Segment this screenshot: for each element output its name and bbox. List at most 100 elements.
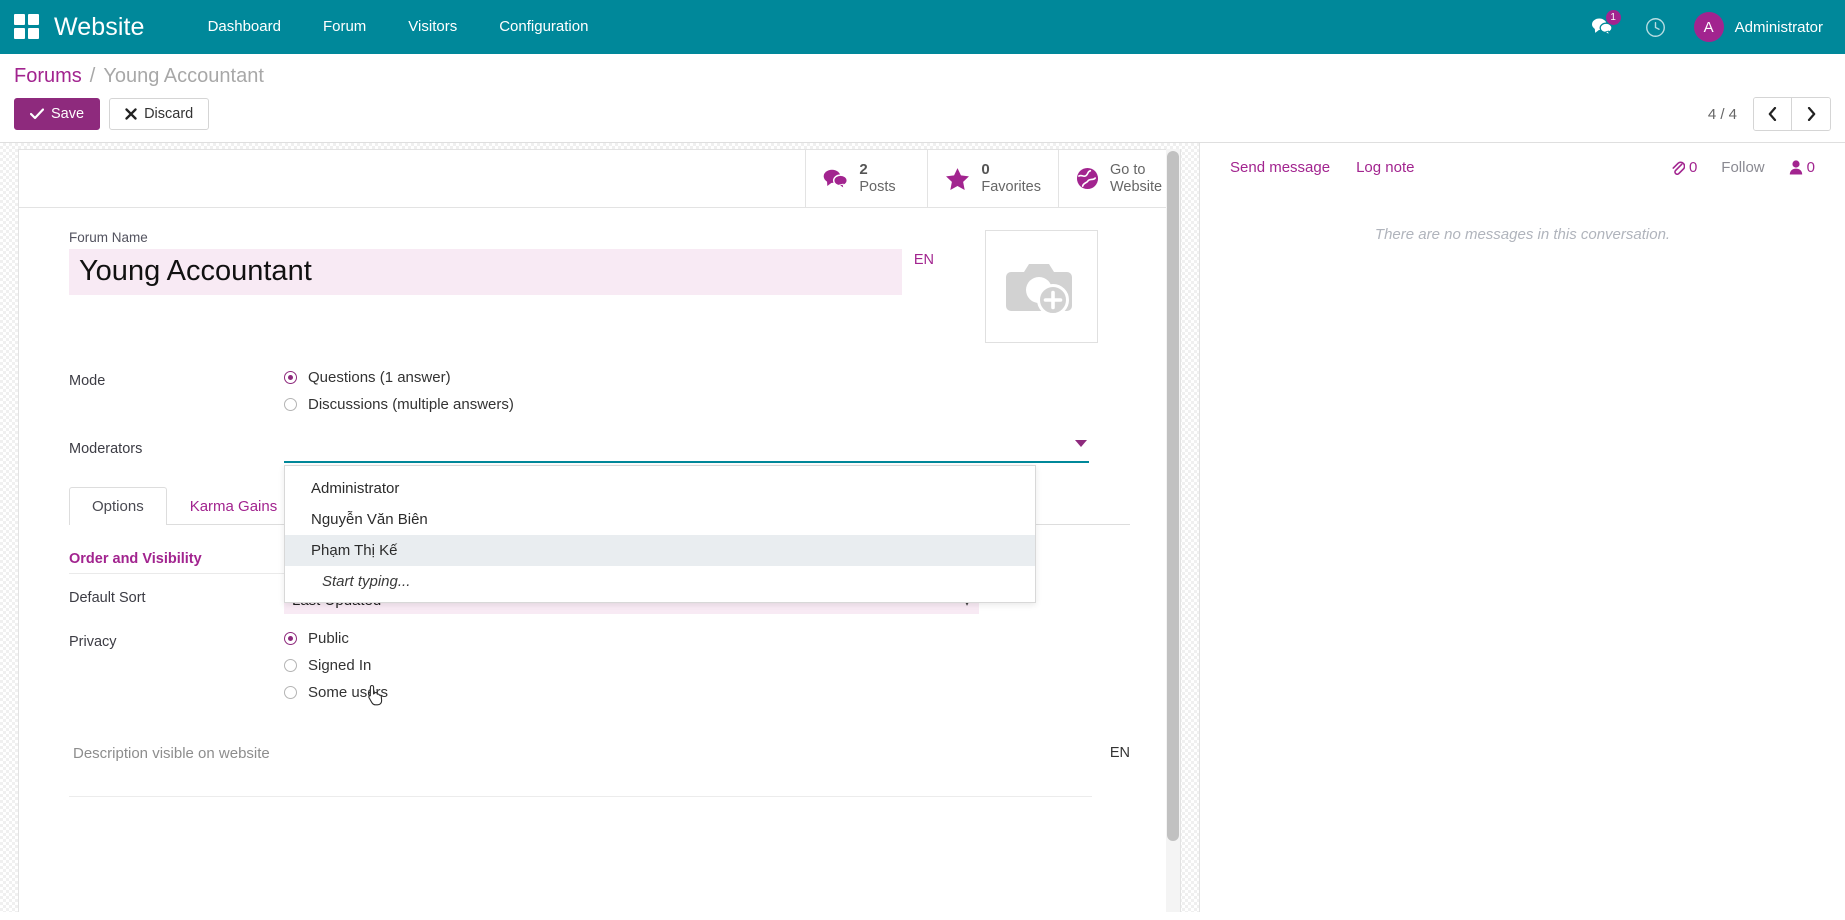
control-panel: Forums / Young Accountant Save Discard 4… (0, 54, 1845, 143)
stat-website-value: Go to (1110, 162, 1162, 178)
followers-count: 0 (1807, 159, 1815, 176)
dropdown-item-nguyen-van-bien[interactable]: Nguyễn Văn Biên (285, 504, 1035, 535)
nav-item-configuration[interactable]: Configuration (478, 0, 609, 54)
pager-previous-button[interactable] (1754, 98, 1792, 130)
attachments-count: 0 (1689, 159, 1697, 176)
send-message-button[interactable]: Send message (1230, 159, 1330, 176)
description-input[interactable]: Description visible on website (69, 741, 1092, 797)
forum-name-input[interactable] (69, 249, 902, 295)
discard-button-label: Discard (144, 106, 193, 122)
tab-karma-gains[interactable]: Karma Gains (167, 487, 301, 525)
save-button[interactable]: Save (14, 98, 100, 130)
stat-button-favorites[interactable]: 0 Favorites (927, 150, 1058, 207)
moderators-field: Administrator Nguyễn Văn Biên Phạm Thị K… (284, 437, 1130, 463)
breadcrumb-forums[interactable]: Forums (14, 65, 82, 88)
chevron-left-icon (1768, 107, 1777, 121)
attachments-button[interactable]: 0 (1670, 159, 1697, 176)
privacy-public-label: Public (308, 630, 349, 647)
nav-item-dashboard[interactable]: Dashboard (187, 0, 302, 54)
mode-questions-radio[interactable] (284, 371, 297, 384)
chatter-panel: Send message Log note 0 Follow 0 (1199, 143, 1845, 912)
mode-discussions-radio[interactable] (284, 398, 297, 411)
privacy-option-some-users[interactable]: Some users (284, 684, 1130, 701)
description-lang-badge[interactable]: EN (1110, 741, 1130, 761)
discard-button[interactable]: Discard (109, 98, 209, 130)
privacy-label: Privacy (69, 630, 284, 650)
follow-button[interactable]: Follow (1721, 159, 1764, 176)
dropdown-item-administrator[interactable]: Administrator (285, 473, 1035, 504)
privacy-option-public[interactable]: Public (284, 630, 1130, 647)
mode-questions-label: Questions (1 answer) (308, 369, 451, 386)
messages-badge: 1 (1606, 10, 1621, 25)
stat-button-box: 2 Posts 0 Favorites (19, 150, 1180, 208)
privacy-row: Privacy Public Signed In (69, 630, 1130, 711)
camera-add-icon (1005, 256, 1079, 318)
form-scrollbar-thumb[interactable] (1167, 151, 1179, 841)
avatar: A (1694, 12, 1724, 42)
dropdown-item-start-typing[interactable]: Start typing... (285, 566, 1035, 597)
mode-options: Questions (1 answer) Discussions (multip… (284, 369, 1130, 423)
breadcrumb-current: Young Accountant (103, 65, 264, 88)
moderators-input[interactable] (284, 437, 1089, 463)
form-view: 2 Posts 0 Favorites (0, 143, 1199, 912)
stat-favorites-label: Favorites (981, 179, 1041, 195)
tab-options[interactable]: Options (69, 487, 167, 525)
stat-button-favorites-text: 0 Favorites (981, 162, 1041, 195)
mode-discussions-label: Discussions (multiple answers) (308, 396, 514, 413)
stat-button-go-to-website[interactable]: Go to Website (1058, 150, 1180, 207)
mode-option-questions[interactable]: Questions (1 answer) (284, 369, 1130, 386)
chevron-down-icon[interactable] (1075, 440, 1087, 447)
paperclip-icon (1670, 160, 1685, 175)
user-menu[interactable]: A Administrator (1682, 12, 1823, 42)
stat-button-go-to-website-text: Go to Website (1110, 162, 1162, 194)
user-icon (1789, 160, 1803, 175)
privacy-signed-in-radio[interactable] (284, 659, 297, 672)
followers-button[interactable]: 0 (1789, 159, 1815, 176)
pager-next-button[interactable] (1792, 98, 1830, 130)
breadcrumb-separator: / (90, 65, 96, 88)
privacy-some-users-radio[interactable] (284, 686, 297, 699)
nav-item-visitors[interactable]: Visitors (387, 0, 478, 54)
log-note-button[interactable]: Log note (1356, 159, 1414, 176)
stat-button-posts[interactable]: 2 Posts (805, 150, 927, 207)
user-name-label: Administrator (1735, 19, 1823, 36)
star-icon (945, 167, 970, 191)
privacy-public-radio[interactable] (284, 632, 297, 645)
navbar-right-tools: 1 A Administrator (1575, 0, 1823, 54)
dropdown-item-pham-thi-ke[interactable]: Phạm Thị Kế (285, 535, 1035, 566)
form-scrollbar[interactable] (1166, 149, 1180, 912)
close-icon (125, 108, 137, 120)
privacy-options: Public Signed In Some users (284, 630, 1130, 711)
messages-button[interactable]: 1 (1575, 0, 1629, 54)
breadcrumb: Forums / Young Accountant (14, 65, 1831, 88)
form-sheet-body: Forum Name EN (19, 208, 1180, 797)
stat-posts-label: Posts (859, 179, 895, 195)
pager: 4 / 4 (1708, 97, 1831, 131)
chatter-meta: 0 Follow 0 (1670, 159, 1815, 176)
activity-button[interactable] (1629, 0, 1682, 54)
main-area: 2 Posts 0 Favorites (0, 143, 1845, 912)
privacy-signed-in-label: Signed In (308, 657, 371, 674)
forum-name-lang-badge[interactable]: EN (902, 249, 934, 268)
apps-grid-icon[interactable] (14, 14, 40, 40)
privacy-some-users-label: Some users (308, 684, 388, 701)
form-sheet: 2 Posts 0 Favorites (18, 149, 1181, 912)
app-brand-website[interactable]: Website (54, 13, 145, 42)
globe-icon (1076, 167, 1099, 190)
mode-option-discussions[interactable]: Discussions (multiple answers) (284, 396, 1130, 413)
comments-icon (823, 168, 848, 190)
stat-posts-value: 2 (859, 162, 895, 179)
forum-name-group: Forum Name EN (69, 230, 949, 295)
top-navbar: Website Dashboard Forum Visitors Configu… (0, 0, 1845, 54)
default-sort-label: Default Sort (69, 586, 284, 606)
privacy-option-signed-in[interactable]: Signed In (284, 657, 1130, 674)
moderators-label: Moderators (69, 437, 284, 457)
forum-name-label: Forum Name (69, 230, 949, 245)
clock-icon (1645, 17, 1666, 38)
check-icon (30, 108, 44, 120)
stat-website-label: Website (1110, 179, 1162, 195)
control-panel-actions: Save Discard 4 / 4 (14, 97, 1831, 142)
forum-image-upload[interactable] (985, 230, 1098, 343)
description-block: Description visible on website EN (69, 741, 1130, 797)
nav-item-forum[interactable]: Forum (302, 0, 387, 54)
